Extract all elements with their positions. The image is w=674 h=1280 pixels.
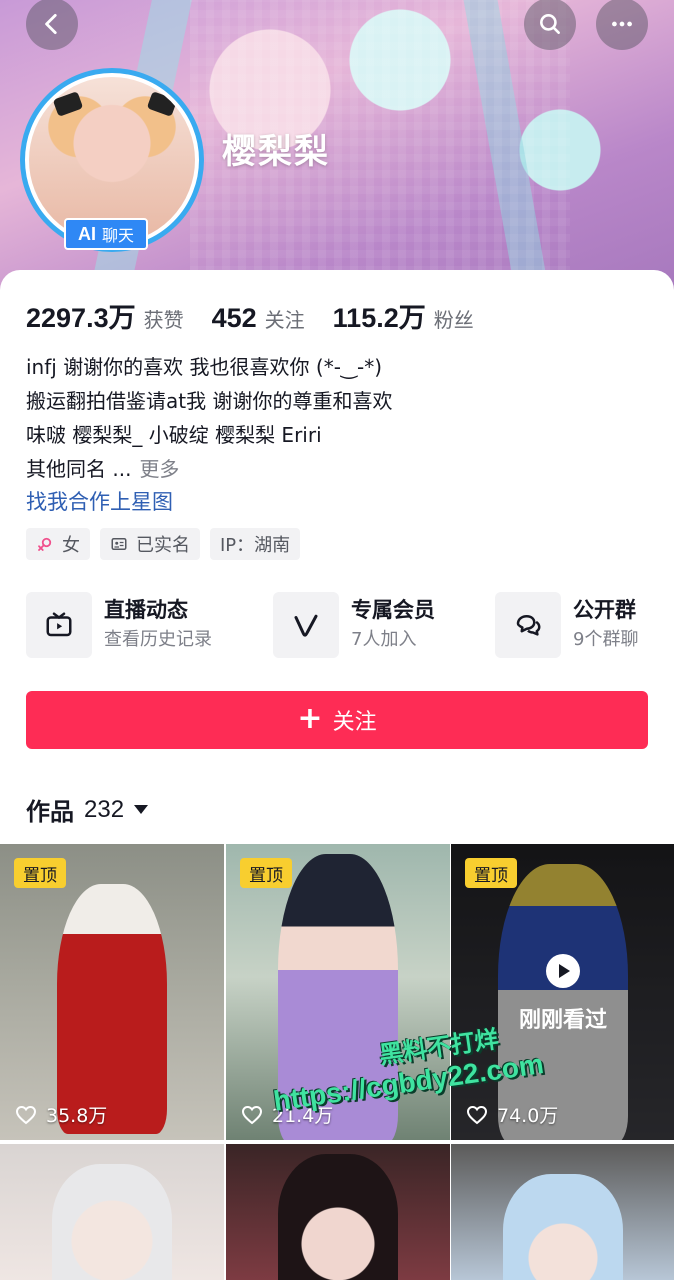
video-grid: 置顶 35.8万 置顶 21.4万 置顶 刚刚看过 74.0万: [0, 844, 674, 1280]
like-count-text: 74.0万: [497, 1105, 559, 1127]
stat-label: 粉丝: [433, 308, 474, 332]
search-button[interactable]: [524, 0, 576, 50]
profile-card: 2297.3万 获赞 452 关注 115.2万 粉丝 infj 谢谢你的喜欢 …: [0, 270, 674, 1280]
tag-label: 女: [62, 535, 80, 556]
follow-button-label: 关注: [332, 710, 377, 735]
chat-bubbles-icon: [516, 615, 541, 636]
video-tile[interactable]: [226, 1144, 450, 1280]
stat-followers[interactable]: 115.2万 粉丝: [333, 296, 474, 335]
back-button[interactable]: [26, 0, 78, 50]
ai-badge-text: 聊天: [102, 226, 135, 245]
like-count-text: 21.4万: [272, 1105, 334, 1127]
avatar-bow: [146, 91, 178, 117]
like-count: 74.0万: [465, 1101, 558, 1128]
heart-icon: [241, 1105, 263, 1124]
verified-tag[interactable]: 已实名: [100, 528, 200, 560]
features-row: 直播动态 查看历史记录 专属会员 7人加入 公开群 9个群聊: [26, 592, 648, 658]
stat-value: 115.2万: [332, 303, 426, 333]
stat-label: 获赞: [143, 308, 184, 332]
feature-title: 直播动态: [104, 598, 188, 622]
live-history-entry[interactable]: 直播动态 查看历史记录: [26, 592, 212, 658]
nickname: 樱梨梨: [222, 132, 330, 172]
feature-subtitle: 7人加入: [351, 629, 417, 650]
pinned-badge: 置顶: [240, 858, 292, 888]
tags-row: 女 已实名 IP：湖南: [26, 528, 301, 560]
like-count: 35.8万: [14, 1101, 107, 1128]
id-card-icon: [111, 538, 127, 550]
stat-value: 452: [211, 303, 257, 333]
works-label: 作品: [26, 798, 74, 826]
video-thumbnail: [278, 854, 398, 1140]
tv-play-icon: [46, 612, 72, 637]
search-icon: [540, 14, 560, 34]
female-icon: [38, 537, 52, 551]
feature-text: 公开群 9个群聊: [573, 595, 638, 655]
membership-entry[interactable]: 专属会员 7人加入: [273, 592, 435, 658]
recently-watched-overlay: 刚刚看过: [451, 954, 674, 1034]
gender-tag: 女: [26, 528, 90, 560]
pinned-badge: 置顶: [465, 858, 517, 888]
play-icon: [546, 954, 580, 988]
video-tile[interactable]: 置顶 35.8万: [0, 844, 224, 1140]
video-tile[interactable]: 置顶 21.4万: [226, 844, 450, 1140]
more-dots-icon: [612, 21, 632, 27]
feature-text: 专属会员 7人加入: [351, 595, 435, 655]
stat-value: 2297.3万: [26, 303, 136, 333]
recently-watched-label: 刚刚看过: [518, 1008, 607, 1033]
public-group-entry[interactable]: 公开群 9个群聊: [495, 592, 638, 658]
caret-down-icon: [134, 805, 149, 814]
feature-text: 直播动态 查看历史记录: [104, 595, 212, 655]
video-thumbnail: [57, 884, 167, 1134]
works-count: 232: [84, 795, 125, 823]
pinned-badge: 置顶: [14, 858, 66, 888]
bio-line: 搬运翻拍借鉴请at我 谢谢你的尊重和喜欢: [26, 389, 393, 413]
bio-line: 其他同名 ...: [26, 457, 132, 481]
stats-row: 2297.3万 获赞 452 关注 115.2万 粉丝: [26, 296, 502, 335]
bio-more-link[interactable]: 更多: [139, 457, 179, 481]
follow-button[interactable]: + 关注: [26, 691, 648, 749]
plus-icon: +: [297, 700, 323, 736]
tag-label: IP：湖南: [220, 535, 291, 556]
bio: infj 谢谢你的喜欢 我也很喜欢你 (*-‿-*) 搬运翻拍借鉴请at我 谢谢…: [26, 350, 646, 486]
star-map-link[interactable]: 找我合作上星图: [26, 486, 173, 516]
works-tab[interactable]: 作品 232: [26, 792, 149, 827]
tag-label: 已实名: [136, 535, 190, 556]
feature-title: 专属会员: [351, 598, 435, 622]
heart-icon: [466, 1105, 488, 1124]
stat-label: 关注: [264, 308, 305, 332]
more-button[interactable]: [596, 0, 648, 50]
ip-tag: IP：湖南: [210, 528, 301, 560]
stat-following[interactable]: 452 关注: [212, 303, 305, 334]
video-thumbnail: [278, 1154, 398, 1280]
feature-icon-box: [495, 592, 561, 658]
avatar-bow: [52, 91, 84, 117]
video-tile[interactable]: [451, 1144, 674, 1280]
feature-icon-box: [26, 592, 92, 658]
bio-line-last: 其他同名 ... 更多: [26, 452, 646, 486]
stat-likes: 2297.3万 获赞: [26, 296, 184, 335]
ai-chat-badge[interactable]: AI 聊天: [64, 218, 149, 250]
heart-icon: [15, 1105, 37, 1124]
feature-subtitle: 查看历史记录: [104, 629, 212, 650]
video-thumbnail: [503, 1174, 623, 1280]
feature-icon-box: [273, 592, 339, 658]
feature-subtitle: 9个群聊: [573, 629, 639, 650]
video-tile[interactable]: [0, 1144, 224, 1280]
video-thumbnail: [52, 1164, 172, 1280]
bio-line: infj 谢谢你的喜欢 我也很喜欢你 (*-‿-*): [26, 355, 383, 379]
v-member-icon: [294, 614, 318, 637]
bio-line: 味啵 樱梨梨_ 小破绽 樱梨梨 Eriri: [26, 423, 322, 447]
ai-badge-label: AI: [78, 223, 96, 244]
feature-title: 公开群: [573, 598, 636, 622]
like-count-text: 35.8万: [46, 1105, 108, 1127]
video-tile-recently-watched[interactable]: 置顶 刚刚看过 74.0万: [451, 844, 674, 1140]
back-arrow-icon: [45, 13, 57, 35]
like-count: 21.4万: [240, 1101, 333, 1128]
